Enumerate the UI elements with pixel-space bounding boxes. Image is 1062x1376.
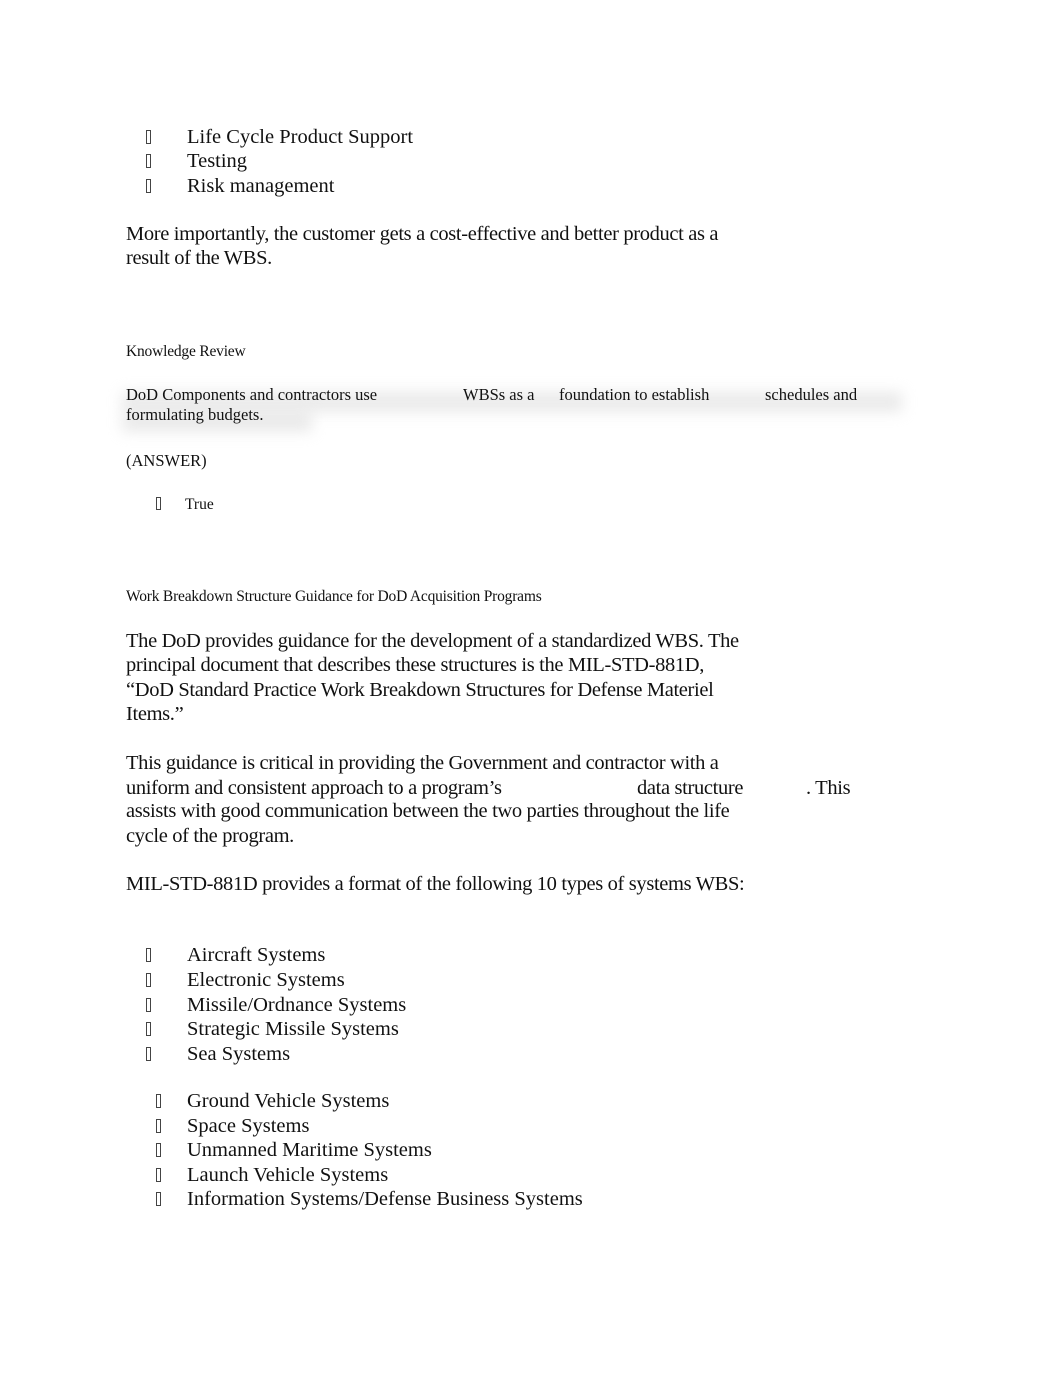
list-item: Launch Vehicle Systems — [156, 1163, 388, 1187]
paragraph-line: This guidance is critical in providing t… — [126, 752, 719, 774]
list-item-text: Sea Systems — [187, 1043, 291, 1065]
list-item: Ground Vehicle Systems — [156, 1089, 389, 1113]
knowledge-review-heading: Knowledge Review — [126, 343, 246, 360]
list-item-text: Aircraft Systems — [187, 944, 326, 966]
list-item-text: Space Systems — [187, 1115, 310, 1137]
section-heading: Work Breakdown Structure Guidance for Do… — [126, 588, 542, 605]
bullet-icon — [146, 1047, 151, 1061]
paragraph-segment: data structure — [637, 777, 744, 799]
list-item: Information Systems/Defense Business Sys… — [156, 1187, 583, 1211]
bullet-icon — [146, 973, 151, 987]
statement-line: formulating budgets. — [126, 405, 264, 424]
list-item: Missile/Ordnance Systems — [146, 993, 406, 1017]
paragraph-segment: . This — [806, 777, 851, 799]
paragraph-line: Items.” — [126, 703, 184, 725]
statement-segment: schedules and — [765, 385, 858, 404]
list-item: Life Cycle Product Support — [146, 125, 413, 149]
list-item-text: Unmanned Maritime Systems — [187, 1139, 432, 1161]
paragraph-line: cycle of the program. — [126, 825, 294, 847]
bullet-icon — [156, 497, 161, 510]
bullet-icon — [156, 1119, 161, 1133]
list-item: Electronic Systems — [146, 968, 345, 992]
statement-segment: WBSs as a — [463, 385, 535, 404]
list-item-text: Testing — [187, 150, 248, 172]
paragraph-line: uniform and consistent approach to a pro… — [126, 777, 502, 799]
list-item-text: Life Cycle Product Support — [187, 126, 414, 148]
bullet-icon — [146, 1022, 151, 1036]
list-item: Testing — [146, 149, 247, 173]
list-item: Unmanned Maritime Systems — [156, 1138, 432, 1162]
answer-option-text: True — [185, 496, 214, 513]
bullet-icon — [156, 1143, 161, 1157]
bullet-icon — [156, 1192, 161, 1206]
paragraph-line: More importantly, the customer gets a co… — [126, 223, 719, 245]
paragraph-line: “DoD Standard Practice Work Breakdown St… — [126, 679, 714, 701]
list-item-text: Ground Vehicle Systems — [187, 1090, 390, 1112]
list-item: Aircraft Systems — [146, 943, 325, 967]
answer-label: (ANSWER) — [126, 451, 207, 470]
bullet-icon — [146, 179, 151, 193]
list-item: Sea Systems — [146, 1042, 290, 1066]
list-item: Strategic Missile Systems — [146, 1017, 399, 1041]
list-item-text: Strategic Missile Systems — [187, 1018, 399, 1040]
list-item-text: Missile/Ordnance Systems — [187, 994, 407, 1016]
bullet-icon — [146, 998, 151, 1012]
bullet-icon — [156, 1168, 161, 1182]
bullet-icon — [146, 948, 151, 962]
list-item-text: Electronic Systems — [187, 969, 345, 991]
paragraph-line: The DoD provides guidance for the develo… — [126, 630, 739, 652]
paragraph-line: principal document that describes these … — [126, 654, 705, 676]
list-item-text: Launch Vehicle Systems — [187, 1164, 389, 1186]
paragraph-line: assists with good communication between … — [126, 800, 730, 822]
answer-option-true[interactable]: True — [156, 495, 214, 515]
statement-segment: DoD Components and contractors use — [126, 385, 378, 404]
list-item: Space Systems — [156, 1114, 309, 1138]
guidance-paragraph-3: MIL-STD-881D provides a format of the fo… — [126, 873, 745, 895]
bullet-icon — [146, 154, 151, 168]
list-item-text: Risk management — [187, 175, 335, 197]
bullet-icon — [146, 130, 151, 144]
paragraph-line: result of the WBS. — [126, 247, 272, 269]
statement-segment: foundation to establish — [559, 385, 710, 404]
bullet-icon — [156, 1094, 161, 1108]
list-item-text: Information Systems/Defense Business Sys… — [187, 1188, 583, 1210]
list-item: Risk management — [146, 174, 334, 198]
